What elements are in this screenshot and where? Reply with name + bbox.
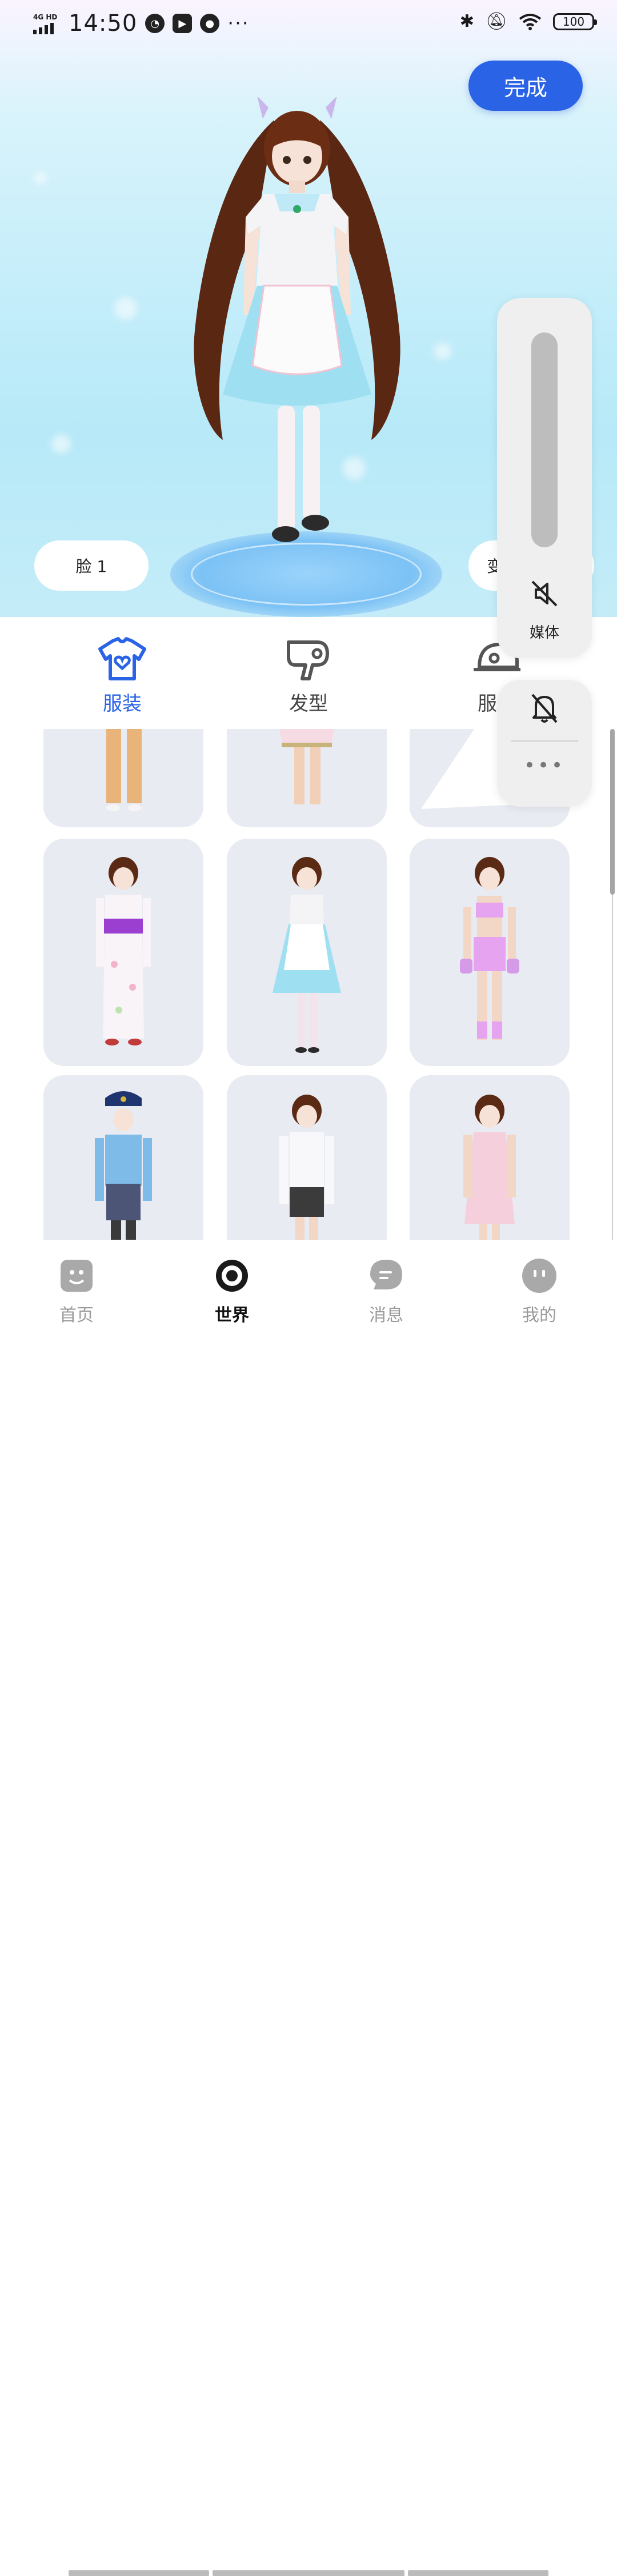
wechat-icon: ● [200, 14, 220, 33]
nav-label: 首页 [59, 1305, 94, 1325]
media-volume-label: 媒体 [529, 624, 559, 642]
battery-indicator: 100 [553, 13, 597, 30]
nav-messages[interactable]: 消息 [340, 1257, 432, 1326]
outfit-card[interactable] [410, 1075, 570, 1240]
play-icon: ▶ [173, 14, 193, 33]
clock: 14:50 [69, 10, 138, 37]
outfit-card[interactable] [43, 839, 203, 1066]
gesture-bar-segment [408, 2570, 548, 2576]
speedometer-icon: ◔ [145, 14, 165, 33]
outfit-card[interactable] [227, 1075, 387, 1240]
tab-clothing[interactable]: 服装 [65, 636, 179, 716]
nav-profile[interactable]: 我的 [494, 1257, 585, 1326]
bell-muted-icon[interactable] [530, 691, 559, 724]
media-volume-slider[interactable] [531, 332, 558, 547]
tab-hairstyle[interactable]: 发型 [251, 636, 366, 716]
speaker-muted-icon[interactable] [530, 579, 559, 608]
network-indicator: 4G HD [33, 13, 61, 34]
volume-panel: 媒体 [497, 298, 592, 658]
nav-world[interactable]: 世界 [186, 1257, 278, 1326]
ringer-panel: ••• [497, 680, 592, 807]
outfit-scrollbar[interactable] [610, 729, 615, 1240]
outfit-card[interactable] [410, 839, 570, 1066]
nav-home[interactable]: 首页 [31, 1257, 122, 1326]
outfit-thumbnail [279, 729, 334, 804]
outfit-thumbnail [279, 1095, 334, 1240]
profile-face-icon [522, 1259, 556, 1293]
nav-label: 我的 [522, 1305, 556, 1325]
bluetooth-icon: ✱ [459, 11, 474, 31]
more-options-button[interactable]: ••• [497, 754, 592, 777]
nav-label: 消息 [369, 1305, 403, 1325]
hair-dryer-icon [287, 640, 329, 680]
gesture-bar-segment [213, 2570, 404, 2576]
face-select-button[interactable]: 脸 1 [34, 540, 149, 591]
wifi-icon [519, 13, 542, 30]
message-bubble-icon [370, 1260, 402, 1289]
world-ring-icon [216, 1260, 248, 1292]
more-notifications-icon: ··· [227, 12, 250, 35]
outfit-thumbnail [106, 729, 142, 811]
outfit-thumbnail [95, 1091, 152, 1240]
outfit-thumbnail [96, 857, 151, 1045]
done-button[interactable]: 完成 [468, 61, 583, 111]
outfit-thumbnail [460, 857, 519, 1040]
divider [511, 740, 578, 742]
avatar-character[interactable] [189, 97, 406, 577]
nav-label: 世界 [215, 1305, 249, 1325]
tshirt-heart-icon [98, 637, 146, 680]
outfit-card[interactable] [227, 839, 387, 1066]
tab-label: 发型 [289, 692, 328, 715]
outfit-card[interactable] [43, 729, 203, 827]
gesture-bar-segment [69, 2570, 209, 2576]
status-bar: 4G HD 14:50 ◔ ▶ ● ··· ✱ 🔕︎ 100 [0, 0, 617, 48]
bottom-nav: 首页 世界 消息 我的 [0, 1240, 617, 2576]
tab-label: 服装 [103, 692, 142, 715]
outfit-card[interactable] [227, 729, 387, 827]
home-face-icon [61, 1260, 93, 1292]
outfit-card[interactable] [43, 1075, 203, 1240]
outfit-thumbnail [463, 1095, 516, 1240]
outfit-thumbnail [273, 857, 341, 1053]
mute-bell-icon: 🔕︎ [485, 11, 507, 31]
